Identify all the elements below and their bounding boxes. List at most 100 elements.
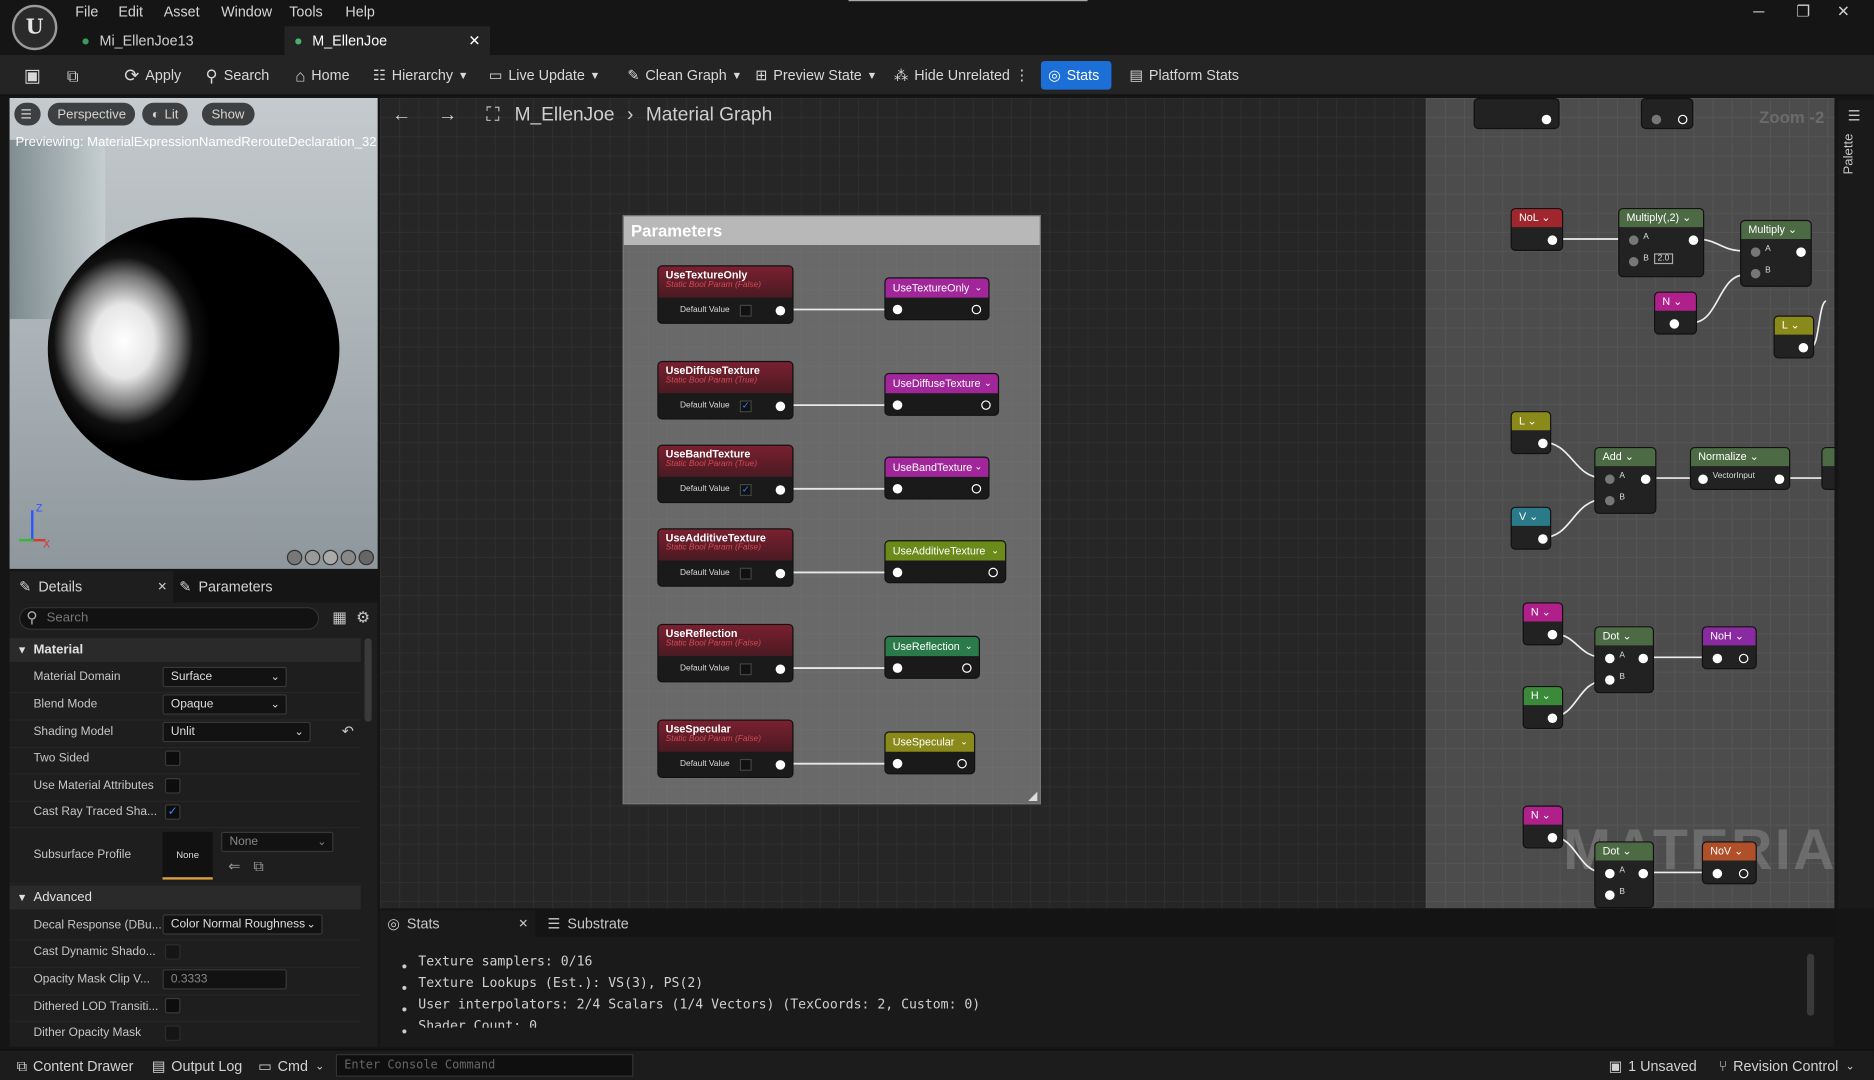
menu-asset[interactable]: Asset (164, 4, 200, 21)
close-tab-icon[interactable]: ✕ (518, 917, 528, 930)
reroute-node-2[interactable]: UseBandTexture ⌄ (884, 456, 990, 500)
minimize-icon[interactable]: ─ (1753, 2, 1764, 20)
node-nov[interactable]: NoV ⌄ (1701, 841, 1757, 885)
cast-ray-traced-checkbox[interactable]: ✓ (164, 804, 181, 820)
output-pin[interactable] (775, 485, 786, 495)
scrollbar[interactable] (1806, 953, 1815, 1016)
node-add[interactable]: Add ⌄ A B (1594, 446, 1657, 514)
sphere-shape-icon[interactable] (304, 549, 321, 566)
close-window-icon[interactable]: ✕ (1837, 2, 1850, 21)
reroute-node-0[interactable]: UseTextureOnly ⌄ (884, 277, 990, 321)
tab-details[interactable]: ✎ Details ✕ (9, 571, 174, 603)
scrollbar[interactable] (364, 638, 372, 722)
default-value-checkbox[interactable]: ✓ (739, 484, 752, 496)
console-input[interactable]: Enter Console Command (335, 1054, 634, 1077)
browse-asset-icon[interactable]: ⧉ (253, 858, 263, 876)
opacity-mask-clip-input[interactable]: 0.3333 (162, 969, 287, 990)
reroute-node-3[interactable]: UseAdditiveTexture ⌄ (884, 540, 1007, 584)
reroute-node-5[interactable]: UseSpecular ⌄ (884, 731, 976, 775)
preview-state-button[interactable]: ⊞ Preview State ▼ (755, 55, 877, 96)
input-pin[interactable] (892, 400, 903, 410)
perspective-button[interactable]: Perspective (47, 102, 136, 126)
unreal-logo-icon[interactable]: U (11, 4, 58, 51)
plane-shape-icon[interactable] (322, 549, 339, 566)
default-value-checkbox[interactable]: ✓ (739, 400, 752, 413)
node-dot[interactable]: Dot ⌄ A B (1594, 841, 1655, 909)
output-pin[interactable] (957, 758, 967, 769)
node-normalize[interactable]: Normalize ⌄ VectorInput (1689, 446, 1791, 490)
cast-dynamic-shadow-checkbox[interactable] (164, 944, 181, 960)
output-pin[interactable] (775, 568, 786, 579)
content-drawer-button[interactable]: ⧉ Content Drawer (17, 1050, 134, 1080)
cylinder-shape-icon[interactable] (286, 549, 303, 566)
live-update-button[interactable]: ▭ Live Update ▼ (489, 55, 601, 96)
apply-button[interactable]: ⟳ Apply (124, 55, 181, 96)
use-selected-asset-icon[interactable]: ⇐ (228, 858, 240, 875)
output-pin[interactable] (775, 401, 786, 412)
tab-stats[interactable]: ◎ Stats ✕ (380, 910, 536, 937)
tab-mi-ellenjoe13[interactable]: ● Mi_EllenJoe13 (72, 26, 282, 55)
default-value-checkbox[interactable] (739, 663, 752, 676)
table-view-icon[interactable]: ▦ (332, 608, 347, 627)
dither-opacity-mask-checkbox[interactable] (164, 1025, 181, 1041)
viewport-menu-icon[interactable]: ☰ (14, 102, 41, 126)
menu-help[interactable]: Help (345, 4, 375, 21)
menu-edit[interactable]: Edit (118, 4, 143, 21)
cube-shape-icon[interactable] (340, 549, 357, 566)
output-log-button[interactable]: ▤ Output Log (152, 1050, 243, 1080)
input-pin[interactable] (892, 663, 903, 673)
blend-mode-dropdown[interactable]: Opaque ⌄ (162, 694, 287, 715)
use-material-attributes-checkbox[interactable] (164, 778, 181, 794)
output-pin[interactable] (988, 567, 998, 578)
param-node-3[interactable]: UseAdditiveTexture Static Bool Param (Fal… (657, 528, 794, 587)
node-noh[interactable]: NoH ⌄ (1701, 626, 1757, 670)
menu-tools[interactable]: Tools (289, 4, 322, 21)
platform-stats-button[interactable]: ▤ Platform Stats (1129, 55, 1239, 96)
tab-m-ellenjoe[interactable]: ● M_EllenJoe ✕ (284, 26, 490, 55)
shading-model-dropdown[interactable]: Unlit ⌄ (162, 721, 311, 743)
pin-b-value[interactable]: 2.0 (1654, 253, 1673, 265)
hierarchy-button[interactable]: ☷ Hierarchy ▼ (373, 55, 469, 96)
revision-control-button[interactable]: ⑂ Revision Control ⌄ (1719, 1050, 1855, 1080)
palette-tab[interactable]: Palette (1842, 134, 1856, 175)
show-button[interactable]: Show (201, 102, 254, 126)
input-pin[interactable] (892, 567, 903, 578)
restore-icon[interactable]: ❐ (1796, 2, 1810, 21)
node-n[interactable]: N ⌄ (1654, 291, 1698, 335)
cmd-button[interactable]: ▭ Cmd ⌄ (258, 1050, 324, 1080)
default-value-checkbox[interactable] (739, 758, 752, 771)
lit-button[interactable]: ◐ Lit (142, 102, 188, 126)
clean-graph-button[interactable]: ✎ Clean Graph ▼ (627, 55, 742, 96)
tab-parameters[interactable]: ✎ Parameters (179, 571, 272, 602)
menu-window[interactable]: Window (221, 4, 272, 21)
material-domain-dropdown[interactable]: Surface ⌄ (162, 666, 287, 688)
output-pin[interactable] (775, 305, 786, 316)
output-pin[interactable] (962, 663, 972, 673)
dithered-lod-checkbox[interactable] (164, 997, 181, 1014)
node-l[interactable]: L ⌄ (1773, 315, 1815, 359)
graph-node[interactable] (1473, 97, 1560, 130)
node-n[interactable]: N ⌄ (1522, 602, 1564, 646)
graph-node[interactable] (1640, 97, 1694, 130)
teapot-shape-icon[interactable] (358, 549, 375, 566)
default-value-checkbox[interactable] (739, 567, 752, 580)
reroute-node-1[interactable]: UseDiffuseTexture ⌄ (884, 372, 1000, 416)
stats-button[interactable]: ◎ Stats (1040, 60, 1112, 90)
gear-icon[interactable]: ⚙ (356, 608, 370, 627)
output-pin[interactable] (775, 760, 786, 770)
param-node-4[interactable]: UseReflection Static Bool Param (False) De… (657, 623, 794, 683)
output-pin[interactable] (981, 400, 991, 410)
param-node-0[interactable]: UseTextureOnly Static Bool Param (False) D… (657, 265, 794, 324)
reset-to-default-icon[interactable]: ↶ (342, 723, 354, 740)
input-pin[interactable] (892, 304, 903, 315)
hide-unrelated-button[interactable]: ⁂ Hide Unrelated (894, 55, 1010, 96)
subsurface-profile-thumbnail[interactable]: None (162, 831, 213, 880)
preview-viewport[interactable]: ☰ Perspective ◐ Lit Show Previewing: Mate… (9, 97, 378, 569)
node-nol[interactable]: NoL ⌄ (1510, 207, 1564, 251)
node-h[interactable]: H ⌄ (1522, 685, 1564, 730)
home-button[interactable]: ⌂ Home (295, 55, 349, 96)
details-search-input[interactable]: Search (19, 607, 320, 630)
node-dot[interactable]: Dot ⌄ A B (1594, 626, 1655, 694)
browse-icon[interactable]: ⧉ (67, 55, 79, 96)
param-node-5[interactable]: UseSpecular Static Bool Param (False) Defa… (657, 719, 794, 779)
